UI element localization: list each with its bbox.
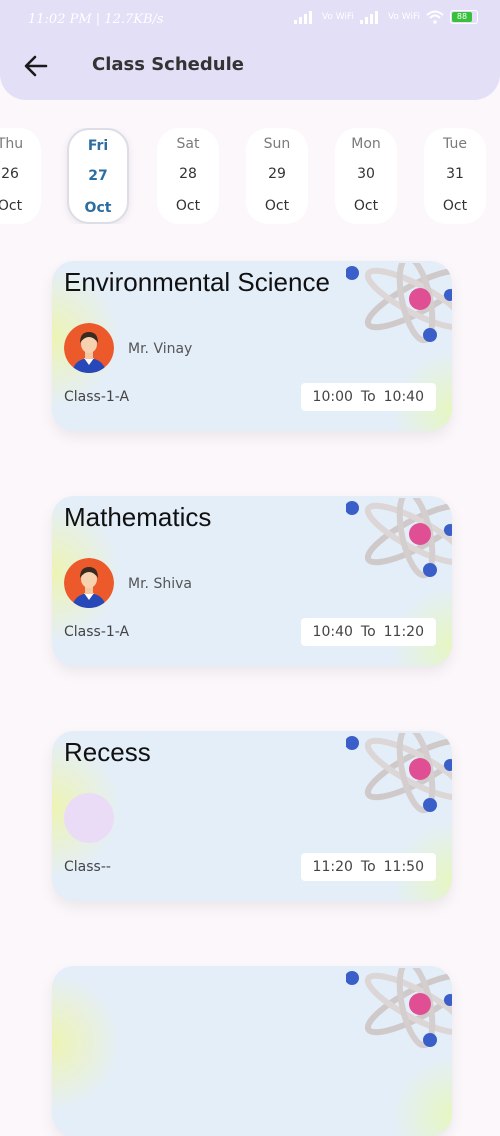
- class-time: 11:20 To 11:50: [300, 853, 436, 881]
- end-time: 11:50: [383, 859, 424, 875]
- end-time: 10:40: [383, 389, 424, 405]
- back-button[interactable]: [22, 52, 50, 80]
- class-time: 10:00 To 10:40: [300, 383, 436, 411]
- atom-icon: [346, 263, 452, 344]
- day-number: 30: [357, 166, 375, 182]
- time-separator: To: [360, 624, 376, 640]
- arrow-left-icon: [24, 55, 48, 77]
- day-month: Oct: [84, 200, 112, 216]
- day-month: Oct: [175, 198, 201, 214]
- signal-icon-2: [359, 10, 382, 24]
- start-time: 11:20: [312, 859, 353, 875]
- day-weekday: Mon: [351, 136, 381, 152]
- class-card-partial[interactable]: [52, 966, 452, 1136]
- class-card[interactable]: Recess Class-- 11:20 To 11:50: [52, 731, 452, 901]
- day-month: Oct: [442, 198, 468, 214]
- class-card[interactable]: Mathematics Mr. Shiva Class-1-A 10:40 To…: [52, 496, 452, 666]
- status-time: 11:02 PM | 12.7KB/s: [28, 12, 164, 27]
- teacher-avatar-icon: [64, 558, 114, 608]
- end-time: 11:20: [383, 624, 424, 640]
- class-name: Class--: [64, 859, 111, 875]
- page-title: Class Schedule: [92, 54, 244, 75]
- day-number: 29: [268, 166, 286, 182]
- date-selector: Thu 26 Oct Fri 27 Oct Sat 28 Oct Sun 29 …: [0, 128, 500, 224]
- day-weekday: Sun: [263, 136, 291, 152]
- teacher-name: Mr. Shiva: [128, 576, 192, 592]
- class-card[interactable]: Environmental Science Mr. Vinay Class-1-…: [52, 261, 452, 431]
- class-subject: Mathematics: [64, 502, 212, 532]
- day-item-tue[interactable]: Tue 31 Oct: [424, 128, 486, 224]
- day-weekday: Tue: [443, 136, 467, 152]
- day-number: 27: [88, 168, 108, 184]
- signal-icon: [293, 10, 316, 24]
- battery-level: 88: [452, 12, 472, 22]
- day-item-sat[interactable]: Sat 28 Oct: [157, 128, 219, 224]
- atom-icon: [346, 968, 452, 1049]
- start-time: 10:40: [312, 624, 353, 640]
- vowifi-icon: Vo WiFi: [321, 12, 354, 22]
- time-separator: To: [360, 859, 376, 875]
- wifi-icon: [426, 10, 444, 24]
- time-separator: To: [360, 389, 376, 405]
- day-item-fri-selected[interactable]: Fri 27 Oct: [67, 128, 129, 224]
- day-weekday: Sat: [176, 136, 200, 152]
- teacher-avatar-icon: [64, 323, 114, 373]
- day-month: Oct: [264, 198, 290, 214]
- day-item-sun[interactable]: Sun 29 Oct: [246, 128, 308, 224]
- day-month: Oct: [353, 198, 379, 214]
- day-item-mon[interactable]: Mon 30 Oct: [335, 128, 397, 224]
- class-name: Class-1-A: [64, 389, 130, 405]
- day-month: Oct: [0, 198, 23, 214]
- teacher-name: Mr. Vinay: [128, 341, 193, 357]
- class-name: Class-1-A: [64, 624, 130, 640]
- vowifi-icon-2: Vo WiFi: [387, 12, 420, 22]
- day-weekday: Thu: [0, 136, 24, 152]
- day-item-thu[interactable]: Thu 26 Oct: [0, 128, 41, 224]
- battery-icon: 88: [450, 10, 478, 24]
- start-time: 10:00: [312, 389, 353, 405]
- class-subject: Environmental Science: [64, 267, 330, 297]
- day-number: 26: [1, 166, 19, 182]
- day-number: 31: [446, 166, 464, 182]
- atom-icon: [346, 733, 452, 814]
- atom-icon: [346, 498, 452, 579]
- class-subject: Recess: [64, 737, 151, 767]
- avatar-placeholder: [64, 793, 114, 843]
- status-icons: Vo WiFi Vo WiFi 88: [293, 10, 478, 24]
- day-number: 28: [179, 166, 197, 182]
- app-bar: 11:02 PM | 12.7KB/s Vo WiFi Vo WiFi 88 C…: [0, 0, 500, 100]
- day-weekday: Fri: [87, 138, 109, 154]
- class-time: 10:40 To 11:20: [300, 618, 436, 646]
- status-bar: 11:02 PM | 12.7KB/s Vo WiFi Vo WiFi 88: [0, 10, 500, 32]
